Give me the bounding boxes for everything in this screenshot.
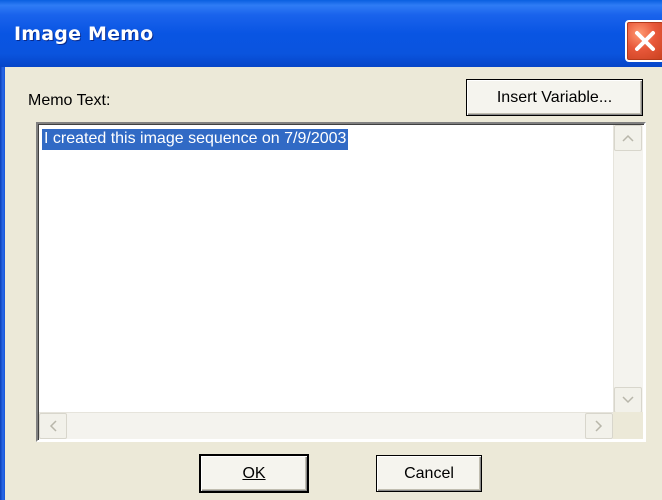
close-icon [635,31,655,51]
scroll-up-button[interactable] [614,125,642,151]
memo-text-value[interactable]: I created this image sequence on 7/9/200… [42,129,349,150]
memo-textarea[interactable]: I created this image sequence on 7/9/200… [36,122,646,442]
window-frame-left [0,67,5,500]
ok-label: OK [242,464,266,482]
image-memo-dialog: Image Memo Memo Text: Insert Variable...… [0,0,662,500]
scrollbar-corner [613,412,643,439]
scroll-right-button[interactable] [585,413,613,439]
window-title: Image Memo [14,23,154,45]
close-button[interactable] [625,20,662,62]
chevron-up-icon [622,134,634,142]
scroll-left-button[interactable] [39,413,67,439]
insert-variable-label: Insert Variable... [496,88,613,106]
vertical-scrollbar[interactable] [613,125,643,413]
horizontal-scrollbar[interactable] [39,412,613,439]
ok-button[interactable]: OK [200,455,308,492]
scroll-down-button[interactable] [614,387,642,413]
memo-text-label: Memo Text: [28,92,111,109]
cancel-button[interactable]: Cancel [376,455,482,492]
chevron-down-icon [622,396,634,404]
chevron-left-icon [49,420,57,432]
insert-variable-button[interactable]: Insert Variable... [466,79,643,116]
chevron-right-icon [595,420,603,432]
title-bar[interactable]: Image Memo [0,0,662,67]
cancel-label: Cancel [404,464,454,482]
